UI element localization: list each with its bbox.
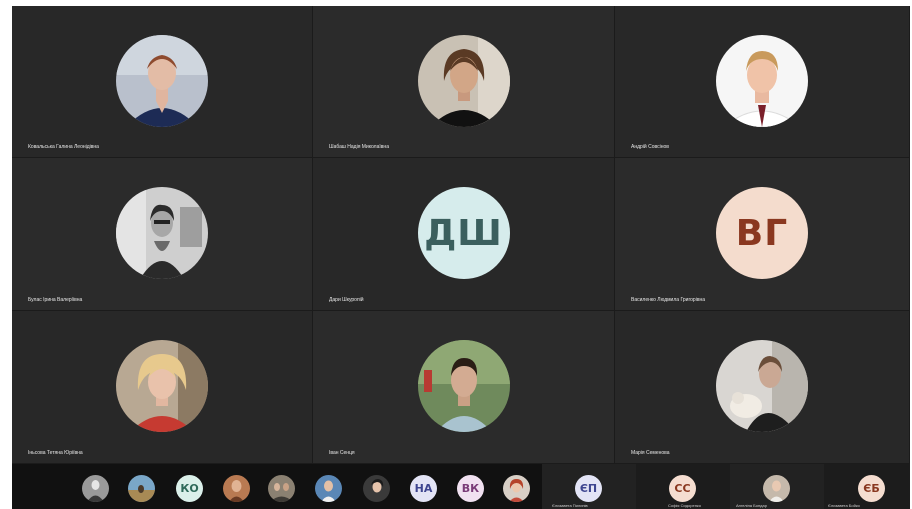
strip-participant-photo <box>763 475 790 502</box>
strip-participant-photo[interactable] <box>223 475 250 502</box>
strip-participant-name: Єлизавета Пилипів <box>552 503 588 508</box>
participant-tile[interactable]: Марія Семенова <box>615 311 910 464</box>
participant-photo <box>716 340 808 432</box>
participant-photo <box>417 35 510 127</box>
participant-tile[interactable]: ВГ Василенко Людмила Григорівна <box>615 158 910 311</box>
strip-initials: ЄП <box>579 482 598 495</box>
participant-grid: Ковальська Галина Леонідівна Шабаш Надія… <box>12 6 910 464</box>
video-call-stage: Ковальська Галина Леонідівна Шабаш Надія… <box>12 6 910 509</box>
strip-participant-tile[interactable]: ЄП Єлизавета Пилипів <box>542 464 636 509</box>
strip-participant-tile[interactable]: СС Софія Сидоренко <box>636 464 730 509</box>
strip-participant-photo[interactable] <box>82 475 109 502</box>
participant-tile[interactable]: Шабаш Надія Миколаївна <box>313 6 615 158</box>
participant-strip: КО НА ВК ЄП Єлизавета Пилипів СС Софія С… <box>12 464 910 509</box>
participant-name: Василенко Людмила Григорівна <box>631 297 706 303</box>
participant-name: Марія Семенова <box>631 450 670 456</box>
participant-tile[interactable]: Булас Ірина Валеріївна <box>12 158 313 311</box>
strip-participant-name: Софія Сидоренко <box>668 503 701 508</box>
participant-initials-avatar: ВГ <box>716 187 808 279</box>
participant-photo <box>116 340 208 432</box>
strip-participant-initials[interactable]: НА <box>410 475 437 502</box>
strip-initials: ЄБ <box>863 482 880 495</box>
participant-initials: ВГ <box>735 212 789 254</box>
participant-photo <box>116 187 208 279</box>
participant-name: Дари Шкуропій <box>329 297 364 303</box>
participant-name: Іван Сенця <box>329 450 355 456</box>
strip-participant-tile[interactable]: Ангеліна Бондар <box>730 464 824 509</box>
strip-participant-tile[interactable]: ЄБ Єлизавета Бойко <box>824 464 910 509</box>
participant-name: Іньсова Тетяна Юріївна <box>28 450 83 456</box>
strip-participant-photo[interactable] <box>503 475 530 502</box>
participant-name: Шабаш Надія Миколаївна <box>329 144 389 150</box>
strip-initials: ВК <box>461 482 480 495</box>
strip-participant-initials: ЄБ <box>858 475 885 502</box>
participant-tile[interactable]: ДШ Дари Шкуропій <box>313 158 615 311</box>
participant-tile[interactable]: Іван Сенця <box>313 311 615 464</box>
strip-initials: КО <box>180 482 199 495</box>
participant-name: Андрій Совсінов <box>631 144 669 150</box>
strip-participant-initials[interactable]: ВК <box>457 475 484 502</box>
strip-participant-initials: СС <box>669 475 696 502</box>
strip-participant-photo[interactable] <box>128 475 155 502</box>
strip-participant-initials: ЄП <box>575 475 602 502</box>
strip-participant-name: Єлизавета Бойко <box>828 503 860 508</box>
strip-participant-name: Ангеліна Бондар <box>736 503 767 508</box>
strip-initials: СС <box>674 482 691 495</box>
strip-participant-photo[interactable] <box>363 475 390 502</box>
participant-name: Булас Ірина Валеріївна <box>28 297 83 303</box>
participant-tile[interactable]: Ковальська Галина Леонідівна <box>12 6 313 158</box>
strip-participant-initials[interactable]: КО <box>176 475 203 502</box>
participant-initials: ДШ <box>424 212 503 254</box>
participant-initials-avatar: ДШ <box>417 187 510 279</box>
strip-initials: НА <box>414 482 433 495</box>
strip-participant-photo[interactable] <box>315 475 342 502</box>
participant-photo <box>116 35 208 127</box>
participant-photo <box>417 340 510 432</box>
participant-photo <box>716 35 808 127</box>
participant-name: Ковальська Галина Леонідівна <box>28 144 99 150</box>
strip-participant-photo[interactable] <box>268 475 295 502</box>
participant-tile[interactable]: Іньсова Тетяна Юріївна <box>12 311 313 464</box>
participant-tile[interactable]: Андрій Совсінов <box>615 6 910 158</box>
